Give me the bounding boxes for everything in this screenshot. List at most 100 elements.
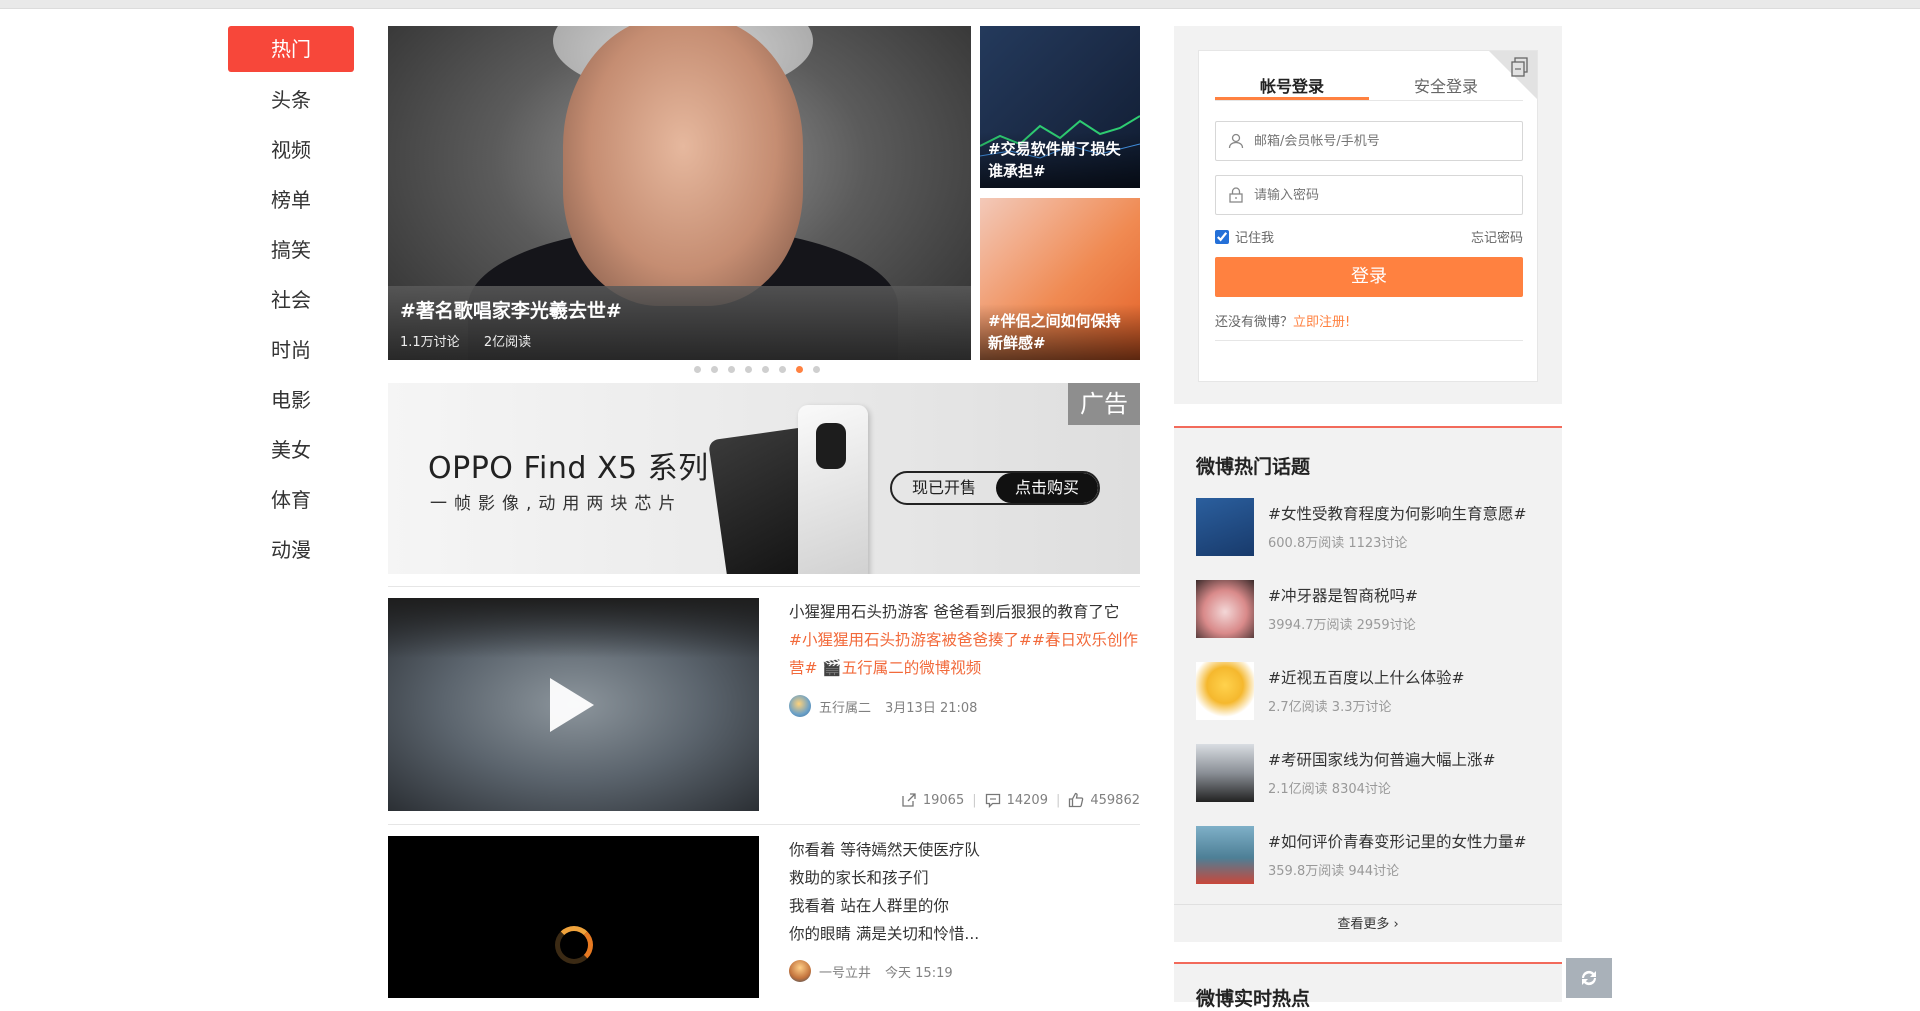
topic-item[interactable]: #女性受教育程度为何影响生育意愿# 600.8万阅读 1123讨论: [1196, 498, 1546, 558]
user-icon: [1228, 133, 1244, 149]
nav-item-funny[interactable]: 搞笑: [228, 226, 354, 276]
feed-text[interactable]: 小猩猩用石头扔游客 爸爸看到后狠狠的教育了它 #小猩猩用石头扔游客被爸爸揍了##…: [789, 598, 1140, 682]
feed-tags[interactable]: #小猩猩用石头扔游客被爸爸揍了##春日欢乐创作营# 🎬五行属二的微博视频: [789, 626, 1140, 682]
remember-label: 记住我: [1235, 231, 1275, 246]
carousel-dot-active[interactable]: [796, 366, 803, 373]
carousel-discussions: 1.1万讨论: [400, 335, 460, 350]
ad-cta[interactable]: 现已开售 点击购买: [890, 471, 1100, 505]
topic-thumbnail[interactable]: [1196, 826, 1254, 884]
feed-line: 你看着 等待嫣然天使医疗队: [789, 841, 980, 859]
video-thumbnail[interactable]: [388, 836, 759, 998]
like-button[interactable]: 459862: [1068, 792, 1140, 808]
nav-item-society[interactable]: 社会: [228, 276, 354, 326]
carousel-dot[interactable]: [779, 366, 786, 373]
nav-item-rankings[interactable]: 榜单: [228, 176, 354, 226]
repost-icon: [902, 793, 916, 807]
carousel-dot[interactable]: [745, 366, 752, 373]
top-bar: [0, 0, 1920, 9]
nav-item-anime[interactable]: 动漫: [228, 526, 354, 576]
author-name[interactable]: 一号立井: [819, 962, 871, 981]
feed-line: 你的眼睛 满是关切和怜惜...: [789, 925, 980, 943]
nav-item-video[interactable]: 视频: [228, 126, 354, 176]
topic-stats: 359.8万阅读 944讨论: [1268, 864, 1400, 879]
comment-count: 14209: [1006, 792, 1048, 808]
topic-thumbnail[interactable]: [1196, 580, 1254, 638]
register-link[interactable]: 立即注册!: [1293, 315, 1350, 330]
login-panel: 帐号登录 安全登录 记住我 忘记密码 登录 还没有微博？立即注册!: [1174, 26, 1562, 404]
carousel-side-card-1[interactable]: #交易软件崩了损失谁承担#: [980, 26, 1140, 188]
repost-button[interactable]: 19065: [901, 792, 964, 808]
author-name[interactable]: 五行属二: [819, 697, 871, 716]
nav-item-sports[interactable]: 体育: [228, 476, 354, 526]
tab-secure-login[interactable]: 安全登录: [1369, 73, 1523, 100]
carousel-dot[interactable]: [728, 366, 735, 373]
video-thumbnail[interactable]: [388, 598, 759, 811]
nav-item-headlines[interactable]: 头条: [228, 76, 354, 126]
topic-stats: 600.8万阅读 1123讨论: [1268, 536, 1408, 551]
topic-title[interactable]: #近视五百度以上什么体验#: [1268, 666, 1464, 688]
refresh-button[interactable]: [1566, 958, 1612, 998]
carousel-dot[interactable]: [711, 366, 718, 373]
nav-item-fashion[interactable]: 时尚: [228, 326, 354, 376]
topic-thumbnail[interactable]: [1196, 498, 1254, 556]
topic-item[interactable]: #考研国家线为何普遍大幅上涨# 2.1亿阅读 8304讨论: [1196, 744, 1546, 804]
topic-thumbnail[interactable]: [1196, 662, 1254, 720]
carousel-meta: 1.1万讨论 2亿阅读: [400, 331, 959, 350]
hero-photo-face: [563, 26, 803, 306]
carousel-title[interactable]: #著名歌唱家李光羲去世#: [400, 296, 959, 323]
login-tabs: 帐号登录 安全登录: [1215, 73, 1523, 101]
username-input[interactable]: [1254, 133, 1514, 149]
carousel-dot[interactable]: [813, 366, 820, 373]
lock-icon: [1229, 187, 1243, 203]
carousel-reads: 2亿阅读: [483, 335, 532, 350]
topic-title[interactable]: #女性受教育程度为何影响生育意愿#: [1268, 502, 1526, 524]
avatar[interactable]: [789, 695, 811, 717]
side-card-2-title: #伴侣之间如何保持新鲜感#: [980, 304, 1140, 360]
see-more-link[interactable]: 查看更多 ›: [1174, 904, 1562, 944]
topic-stats: 3994.7万阅读 2959讨论: [1268, 618, 1416, 633]
topic-item[interactable]: #近视五百度以上什么体验# 2.7亿阅读 3.3万讨论: [1196, 662, 1546, 722]
ad-cta-buy-button[interactable]: 点击购买: [996, 473, 1098, 503]
ad-banner[interactable]: OPPO Find X5 系列 一帧影像,动用两块芯片 现已开售 点击购买 广告: [388, 383, 1140, 574]
password-field[interactable]: [1215, 175, 1523, 215]
carousel-main-slide[interactable]: #著名歌唱家李光羲去世# 1.1万讨论 2亿阅读: [388, 26, 971, 360]
nav-item-beauty[interactable]: 美女: [228, 426, 354, 476]
password-input[interactable]: [1254, 187, 1514, 203]
carousel-dots: [694, 366, 820, 373]
nav-item-movies[interactable]: 电影: [228, 376, 354, 426]
topic-thumbnail[interactable]: [1196, 744, 1254, 802]
comment-icon: [985, 793, 1000, 808]
feed-title: 小猩猩用石头扔游客 爸爸看到后狠狠的教育了它: [789, 603, 1120, 621]
topic-item[interactable]: #如何评价青春变形记里的女性力量# 359.8万阅读 944讨论: [1196, 826, 1546, 886]
like-count: 459862: [1090, 792, 1140, 808]
tab-account-login[interactable]: 帐号登录: [1215, 73, 1369, 100]
ad-tag: 广告: [1068, 383, 1140, 425]
feed-text[interactable]: 你看着 等待嫣然天使医疗队 救助的家长和孩子们 我看着 站在人群里的你 你的眼睛…: [789, 836, 1140, 948]
comment-button[interactable]: 14209: [985, 792, 1048, 808]
forgot-password-link[interactable]: 忘记密码: [1471, 227, 1523, 246]
topic-title[interactable]: #考研国家线为何普遍大幅上涨#: [1268, 748, 1495, 770]
ad-brand: OPPO Find X5 系列: [428, 451, 709, 486]
topic-title[interactable]: #如何评价青春变形记里的女性力量#: [1268, 830, 1526, 852]
divider: [388, 586, 1140, 587]
username-field[interactable]: [1215, 121, 1523, 161]
topic-item[interactable]: #冲牙器是智商税吗# 3994.7万阅读 2959讨论: [1196, 580, 1546, 640]
carousel-caption: #著名歌唱家李光羲去世# 1.1万讨论 2亿阅读: [388, 286, 971, 360]
nav-item-hot[interactable]: 热门: [228, 26, 354, 72]
feed-line: 我看着 站在人群里的你: [789, 897, 949, 915]
ad-slogan: 一帧影像,动用两块芯片: [430, 494, 683, 514]
hot-topics-title: 微博热门话题: [1196, 456, 1311, 478]
topic-stats: 2.1亿阅读 8304讨论: [1268, 782, 1391, 797]
thumbs-up-icon: [1069, 792, 1084, 808]
carousel-side-card-2[interactable]: #伴侣之间如何保持新鲜感#: [980, 198, 1140, 360]
remember-checkbox[interactable]: [1215, 229, 1229, 244]
carousel-dot[interactable]: [694, 366, 701, 373]
topic-title[interactable]: #冲牙器是智商税吗#: [1268, 584, 1418, 606]
feed-item: 小猩猩用石头扔游客 爸爸看到后狠狠的教育了它 #小猩猩用石头扔游客被爸爸揍了##…: [388, 598, 1140, 822]
carousel-dot[interactable]: [762, 366, 769, 373]
play-icon[interactable]: [550, 678, 594, 732]
avatar[interactable]: [789, 960, 811, 982]
remember-me[interactable]: 记住我: [1215, 227, 1274, 246]
login-button[interactable]: 登录: [1215, 257, 1523, 297]
login-box: 帐号登录 安全登录 记住我 忘记密码 登录 还没有微博？立即注册!: [1198, 50, 1538, 382]
